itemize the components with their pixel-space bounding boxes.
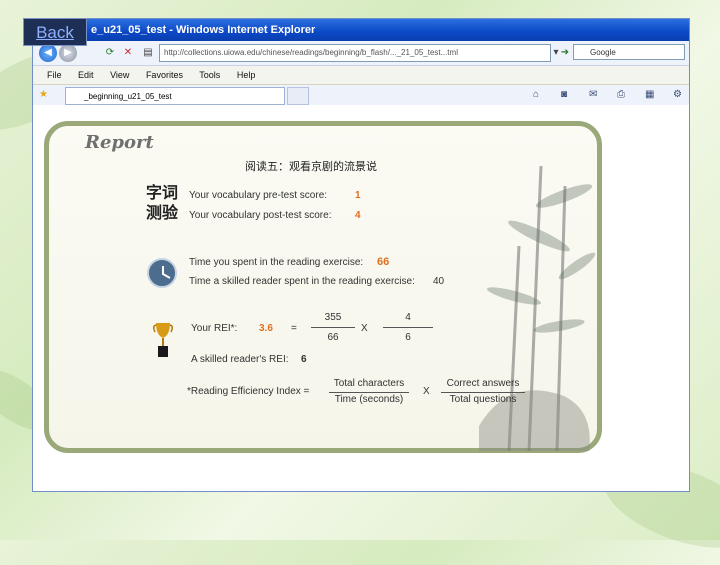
skilled-rei-value: 6 <box>301 354 307 365</box>
post-test-label: Your vocabulary post-test score: <box>189 210 332 221</box>
window-title: e_u21_05_test - Windows Internet Explore… <box>33 19 689 41</box>
pre-test-score: 1 <box>355 190 361 201</box>
formula-line-2 <box>441 392 525 393</box>
rei-times: X <box>361 323 368 334</box>
report-heading: 阅读五：观看京剧的流景说 <box>245 161 377 173</box>
favorites-star-icon[interactable]: ★ <box>39 89 48 100</box>
clock-icon <box>147 258 177 288</box>
formula-label: *Reading Efficiency Index = <box>187 386 310 397</box>
mail-icon[interactable]: ✉ <box>589 89 597 100</box>
rei-frac2-denominator: 6 <box>405 332 411 343</box>
menu-help[interactable]: Help <box>237 70 256 80</box>
pre-test-label: Your vocabulary pre-test score: <box>189 190 328 201</box>
skilled-rei-label: A skilled reader's REI: <box>191 354 289 365</box>
menu-edit[interactable]: Edit <box>78 70 94 80</box>
menu-tools[interactable]: Tools <box>199 70 220 80</box>
menu-bar: File Edit View Favorites Tools Help <box>33 66 689 85</box>
formula-denominator-1: Time (seconds) <box>334 394 404 405</box>
rei-frac1-line <box>311 327 355 328</box>
formula-numerator-2: Correct answers <box>446 378 520 389</box>
rei-value: 3.6 <box>259 323 273 334</box>
page-menu-icon[interactable]: ▦ <box>645 89 654 100</box>
rei-frac1-denominator: 66 <box>327 332 339 343</box>
browser-window: e_u21_05_test - Windows Internet Explore… <box>32 18 690 492</box>
feeds-icon[interactable]: ◙ <box>561 89 567 100</box>
print-icon[interactable]: ⎙ <box>617 89 625 100</box>
formula-line-1 <box>329 392 409 393</box>
formula-times: X <box>423 386 430 397</box>
go-icon[interactable]: ➜ <box>558 46 572 60</box>
page-content: Report 阅读五：观看京剧的流景说 字词 测验 Your vocabular… <box>33 105 689 491</box>
post-test-score: 4 <box>355 210 361 221</box>
report-panel: Report 阅读五：观看京剧的流景说 字词 测验 Your vocabular… <box>44 121 602 453</box>
menu-view[interactable]: View <box>110 70 129 80</box>
address-bar: ◀ ▶ ⟳ ✕ ▤ http://collections.uiowa.edu/c… <box>33 41 689 66</box>
formula-numerator-1: Total characters <box>333 378 405 389</box>
skilled-time-label: Time a skilled reader spent in the readi… <box>189 276 415 287</box>
rei-frac2-line <box>383 327 433 328</box>
back-button[interactable]: Back <box>23 18 87 46</box>
report-title: Report <box>85 132 154 153</box>
home-icon[interactable]: ⌂ <box>533 89 539 100</box>
tab-current[interactable]: _beginning_u21_05_test <box>65 87 285 105</box>
rei-equals: = <box>291 323 297 334</box>
new-tab-button[interactable] <box>287 87 309 105</box>
formula-denominator-2: Total questions <box>449 394 517 405</box>
refresh-icon[interactable]: ⟳ <box>103 46 117 60</box>
menu-file[interactable]: File <box>47 70 62 80</box>
rei-label: Your REI*: <box>191 323 238 334</box>
search-input[interactable]: Google <box>573 44 685 60</box>
address-input[interactable]: http://collections.uiowa.edu/chinese/rea… <box>159 44 551 62</box>
time-spent-value: 66 <box>377 256 390 268</box>
vocabulary-test-icon: 字词 测验 <box>145 185 178 222</box>
time-spent-label: Time you spent in the reading exercise: <box>189 257 364 268</box>
stop-icon[interactable]: ✕ <box>121 46 135 60</box>
menu-favorites[interactable]: Favorites <box>146 70 183 80</box>
trophy-icon <box>153 323 173 357</box>
skilled-time-value: 40 <box>433 276 445 287</box>
rei-frac2-numerator: 4 <box>405 312 411 323</box>
rei-frac1-numerator: 355 <box>324 312 342 323</box>
tools-menu-icon[interactable]: ⚙ <box>673 89 682 100</box>
page-icon: ▤ <box>143 47 153 58</box>
